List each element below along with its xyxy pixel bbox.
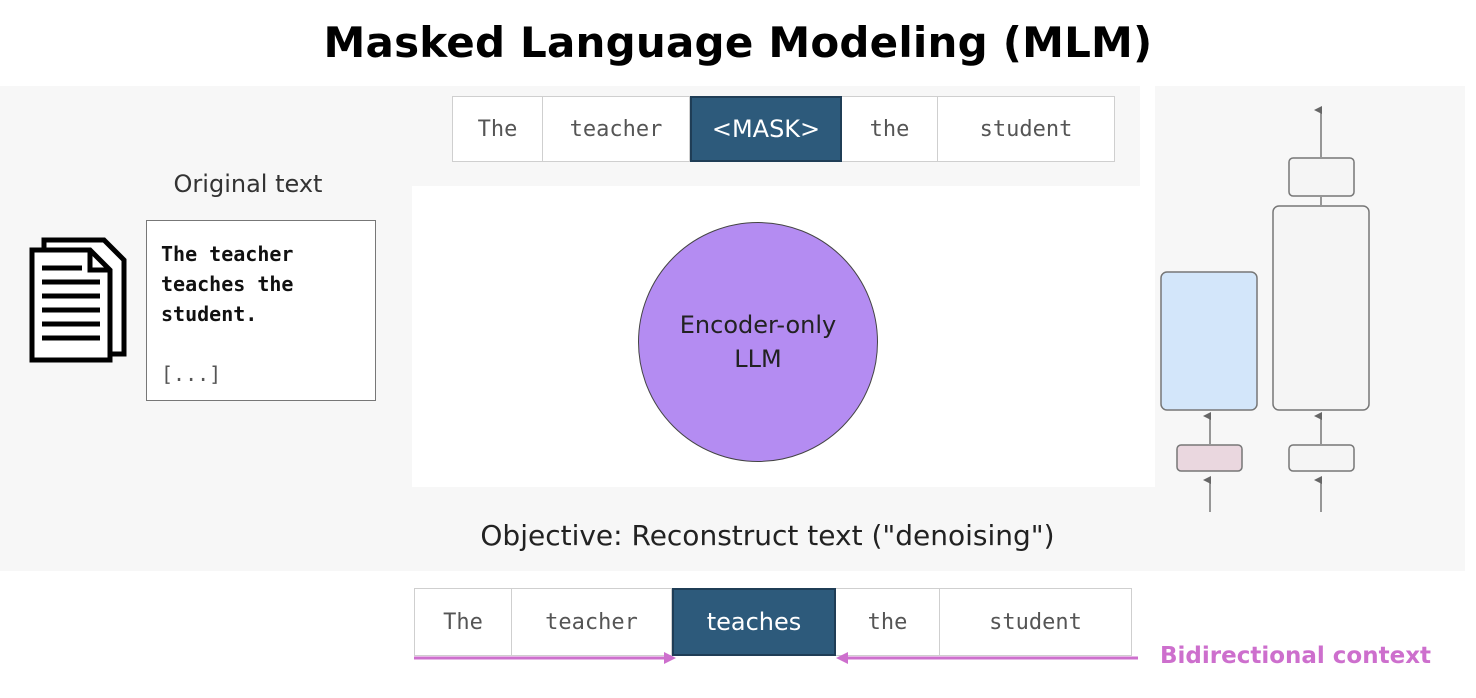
right-context-arrow [836, 652, 1138, 664]
bidirectional-context-label: Bidirectional context [1160, 643, 1432, 669]
